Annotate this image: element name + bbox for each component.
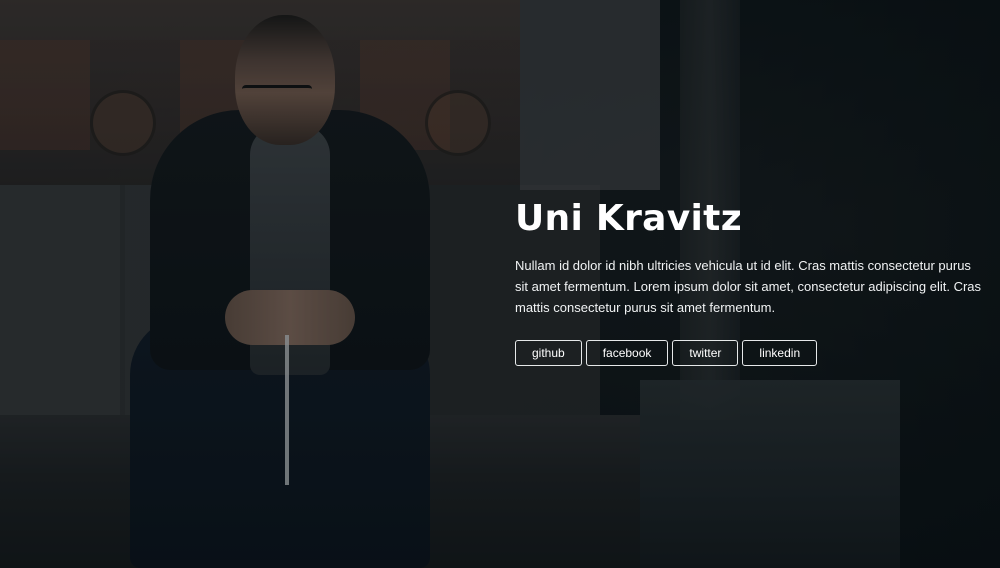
hero-section: Uni Kravitz Nullam id dolor id nibh ultr… (0, 0, 1000, 568)
social-links: github facebook twitter linkedin (515, 340, 985, 366)
twitter-link-button[interactable]: twitter (672, 340, 739, 366)
facebook-link-button[interactable]: facebook (585, 340, 669, 366)
profile-content: Uni Kravitz Nullam id dolor id nibh ultr… (515, 195, 985, 366)
linkedin-link-button[interactable]: linkedin (742, 340, 818, 366)
profile-name: Uni Kravitz (515, 198, 742, 239)
github-link-button[interactable]: github (515, 340, 582, 366)
profile-bio: Nullam id dolor id nibh ultricies vehicu… (515, 258, 982, 315)
